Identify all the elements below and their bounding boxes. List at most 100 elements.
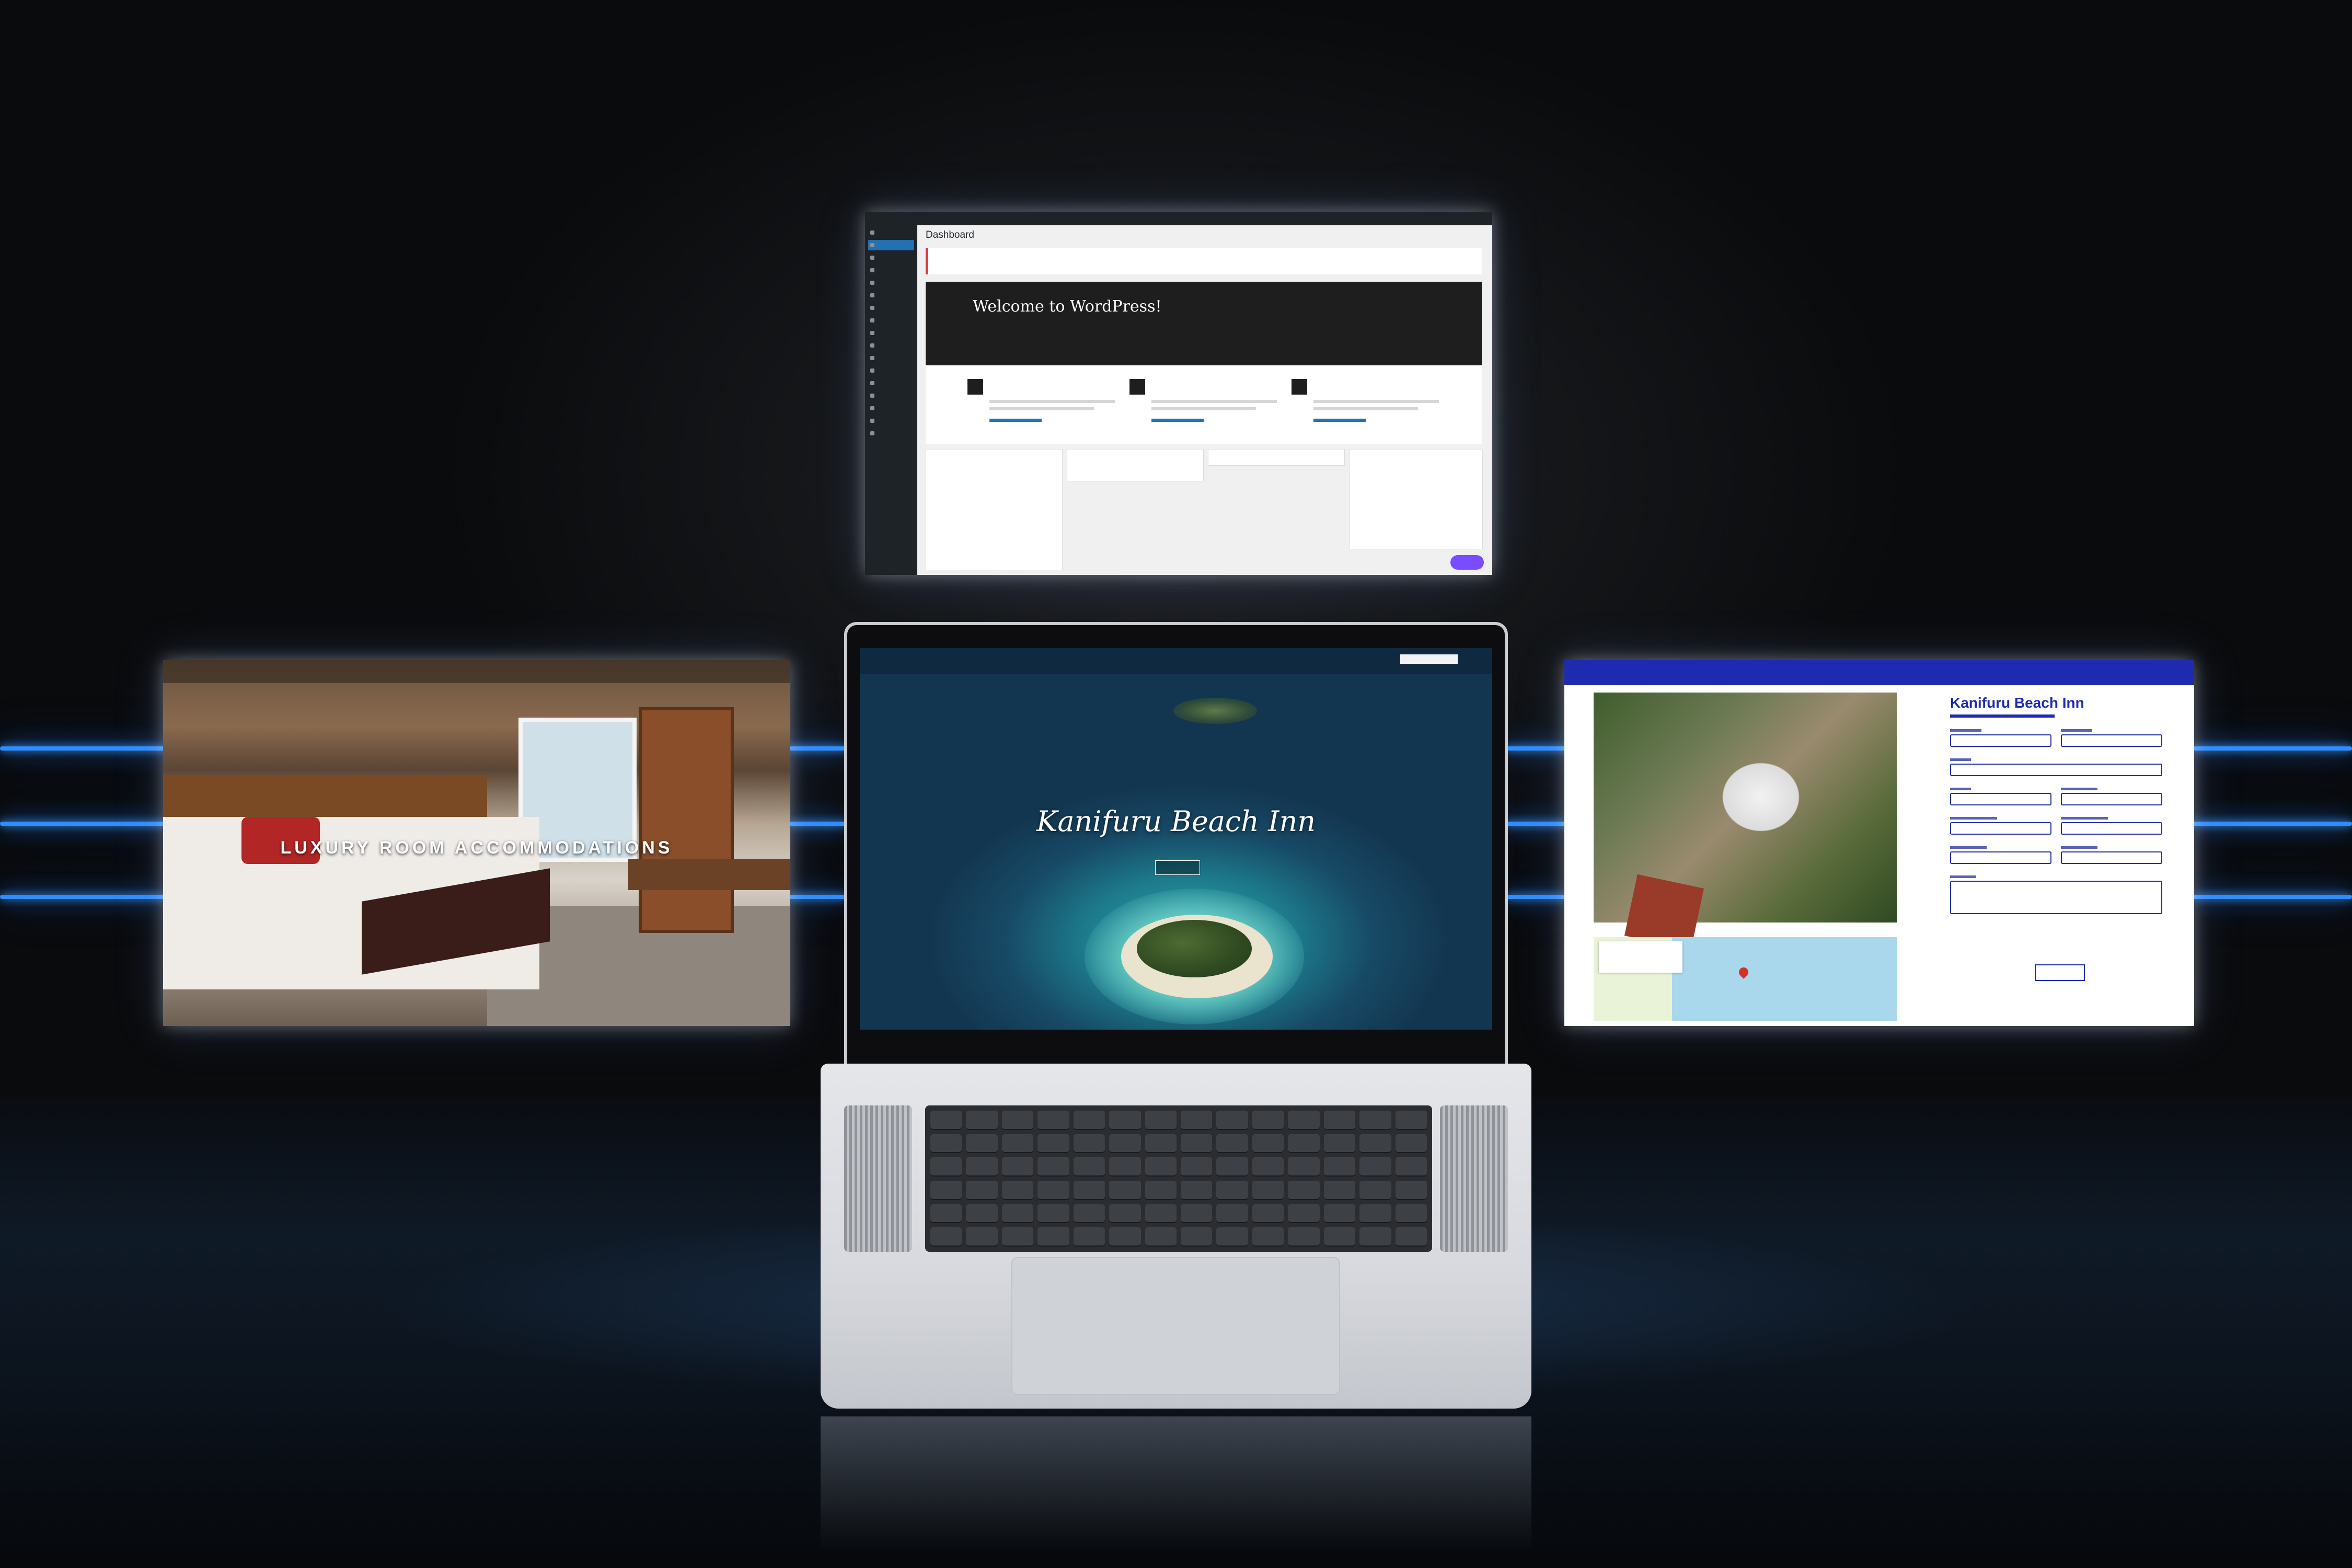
- keyboard-key: [1073, 1181, 1105, 1200]
- phone-field: [1950, 793, 2051, 805]
- keyboard-key: [1180, 1204, 1213, 1224]
- keyboard-key: [930, 1134, 962, 1154]
- keyboard-key: [1395, 1157, 1427, 1177]
- keyboard-key: [1001, 1134, 1034, 1154]
- left-speaker-grille: [844, 1105, 912, 1252]
- keyboard-key: [966, 1204, 998, 1224]
- keyboard-key: [1323, 1181, 1356, 1200]
- keyboard-key: [1216, 1157, 1248, 1177]
- wp-welcome-heading: Welcome to WordPress!: [973, 297, 1162, 316]
- keyboard-key: [1001, 1204, 1034, 1224]
- keyboard-key: [1288, 1111, 1320, 1130]
- neon-line-mid-left-1: [789, 746, 847, 751]
- neon-line-left-3: [0, 895, 166, 899]
- keyboard-key: [1216, 1181, 1248, 1200]
- last-name-field: [2061, 734, 2162, 747]
- language-selector: [1400, 654, 1458, 664]
- text-line: [1151, 407, 1256, 410]
- bed-headboard: [163, 775, 487, 817]
- keyboard-key: [1145, 1227, 1177, 1247]
- keyboard-key: [1359, 1227, 1391, 1247]
- neon-line-left-2: [0, 822, 166, 826]
- text-line: [1313, 400, 1439, 403]
- keyboard-key: [1359, 1134, 1391, 1154]
- wp-menu-item: [868, 315, 914, 326]
- keyboard-key: [966, 1157, 998, 1177]
- keyboard-key: [1252, 1134, 1284, 1154]
- hero-cta-button: [1155, 860, 1200, 875]
- wp-widget-box: [1208, 449, 1345, 466]
- right-speaker-grille: [1440, 1105, 1508, 1252]
- wp-menu-item: [868, 303, 914, 313]
- neon-line-mid-right-3: [1505, 895, 1566, 899]
- field-label: [2061, 846, 2097, 849]
- wp-menu-item: [868, 278, 914, 288]
- keyboard-key: [1001, 1157, 1034, 1177]
- keyboard-key: [1145, 1181, 1177, 1200]
- keyboard-key: [1073, 1134, 1105, 1154]
- keyboard-key: [1001, 1181, 1034, 1200]
- keyboard-key: [1252, 1111, 1284, 1130]
- keyboard-key: [930, 1204, 962, 1224]
- keyboard-key: [1073, 1157, 1105, 1177]
- room-accommodation-screenshot: LUXURY ROOM ACCOMMODATIONS: [163, 660, 790, 1026]
- neon-line-right-2: [2193, 822, 2352, 826]
- checkin-date-field: [1950, 822, 2051, 835]
- field-label: [1950, 758, 1971, 761]
- laptop-trackpad: [1011, 1257, 1340, 1395]
- keyboard-key: [1359, 1181, 1391, 1200]
- booking-title: Kanifuru Beach Inn: [1950, 695, 2084, 711]
- wp-menu-item: [868, 353, 914, 363]
- keyboard-key: [1073, 1227, 1105, 1247]
- keyboard-key: [1359, 1157, 1391, 1177]
- keyboard-key: [1323, 1204, 1356, 1224]
- keyboard-key: [1109, 1111, 1141, 1130]
- wp-welcome-column: [967, 379, 1129, 431]
- wp-widget-box: [1349, 449, 1483, 549]
- keyboard-key: [1288, 1227, 1320, 1247]
- keyboard-key: [1395, 1111, 1427, 1130]
- wp-welcome-column: [1129, 379, 1292, 431]
- keyboard-key: [1073, 1111, 1105, 1130]
- keyboard-key: [1323, 1157, 1356, 1177]
- keyboard-key: [1216, 1204, 1248, 1224]
- keyboard-key: [1145, 1157, 1177, 1177]
- keyboard-key: [1180, 1157, 1213, 1177]
- room-hero-headline: LUXURY ROOM ACCOMMODATIONS: [280, 838, 673, 858]
- wp-menu-item: [868, 390, 914, 401]
- distant-island: [1173, 698, 1257, 724]
- laptop-reflection: [821, 1416, 1531, 1552]
- field-label: [2061, 788, 2097, 790]
- hero-title: Kanifuru Beach Inn: [1036, 805, 1316, 838]
- wp-admin-bar: [865, 212, 1492, 225]
- field-label: [1950, 788, 1971, 790]
- wp-menu-item: [868, 365, 914, 376]
- keyboard-key: [1323, 1111, 1356, 1130]
- room-type-select: [1950, 851, 2051, 864]
- link-line: [1151, 419, 1204, 422]
- keyboard-key: [1109, 1134, 1141, 1154]
- keyboard-key: [1037, 1111, 1069, 1130]
- pencil-icon: [967, 379, 983, 395]
- checkout-date-field: [2061, 822, 2162, 835]
- booking-site-nav: [1564, 660, 2194, 685]
- booking-form-screenshot: Kanifuru Beach Inn: [1564, 660, 2194, 1026]
- keyboard-key: [1109, 1227, 1141, 1247]
- first-name-field: [1950, 734, 2051, 747]
- keyboard-key: [1395, 1181, 1427, 1200]
- keyboard-key: [1216, 1227, 1248, 1247]
- wp-menu-item: [868, 416, 914, 426]
- wp-admin-sidebar: [865, 225, 917, 575]
- location-map: [1594, 937, 1897, 1021]
- field-label: [1950, 729, 1981, 732]
- keyboard-key: [1109, 1204, 1141, 1224]
- wp-menu-item: [868, 227, 914, 238]
- keyboard-key: [1037, 1134, 1069, 1154]
- link-line: [1313, 419, 1366, 422]
- keyboard-key: [1109, 1157, 1141, 1177]
- wp-page-title: Dashboard: [926, 229, 974, 240]
- wp-widget-box: [926, 449, 1063, 570]
- field-label: [1950, 817, 1997, 820]
- wp-menu-item: [868, 265, 914, 275]
- wp-welcome-columns: [926, 365, 1482, 444]
